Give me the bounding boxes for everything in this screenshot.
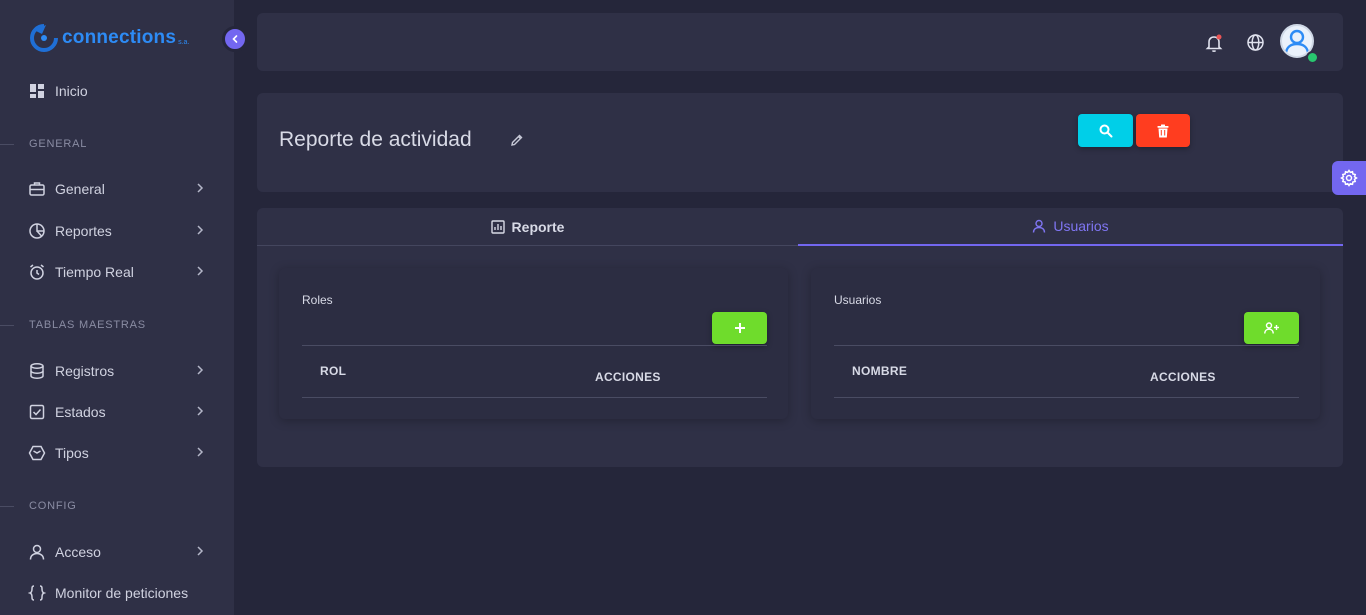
column-header-nombre: NOMBRE <box>852 364 908 378</box>
sidebar-item-label: Tipos <box>55 445 89 461</box>
user-icon <box>28 543 46 561</box>
sidebar-item-registros[interactable]: Registros <box>28 359 213 383</box>
chevron-right-icon <box>197 447 204 457</box>
section-general: GENERAL <box>0 138 234 150</box>
sidebar-item-label: Inicio <box>55 83 88 99</box>
panel-title: Usuarios <box>834 293 882 307</box>
sidebar-item-label: Tiempo Real <box>55 264 134 280</box>
page-header-card: Reporte de actividad <box>257 93 1343 192</box>
chevron-right-icon <box>197 406 204 416</box>
logo-suffix: s.a. <box>178 38 190 46</box>
sidebar-item-label: Acceso <box>55 544 101 560</box>
main-card: Reporte Usuarios Roles ROL ACCIONES Usua… <box>257 208 1343 467</box>
divider <box>834 345 1299 346</box>
chevron-right-icon <box>197 225 204 235</box>
sidebar-item-label: Estados <box>55 404 106 420</box>
page-title: Reporte de actividad <box>279 128 472 151</box>
logo-icon <box>30 24 58 52</box>
roles-panel: Roles ROL ACCIONES <box>279 268 788 419</box>
sidebar-item-label: Monitor de peticiones <box>55 585 189 601</box>
tab-label: Usuarios <box>1053 218 1109 234</box>
chevron-right-icon <box>197 266 204 276</box>
sidebar-collapse-button[interactable] <box>222 26 248 52</box>
section-config: CONFIG <box>0 500 234 512</box>
settings-button[interactable] <box>1332 161 1366 195</box>
edit-icon[interactable] <box>510 133 524 147</box>
sidebar-item-acceso[interactable]: Acceso <box>28 540 213 564</box>
hexagon-icon <box>28 444 46 462</box>
tab-bar: Reporte Usuarios <box>257 208 1343 246</box>
sidebar: connections s.a. Inicio GENERAL General … <box>0 0 248 615</box>
column-header-acciones: ACCIONES <box>595 370 661 384</box>
chevron-left-icon <box>232 35 238 43</box>
divider <box>302 397 767 398</box>
search-button[interactable] <box>1078 114 1133 147</box>
alarm-clock-icon <box>28 263 46 281</box>
divider <box>302 345 767 346</box>
sidebar-item-tipos[interactable]: Tipos <box>28 441 213 465</box>
pie-chart-icon <box>28 222 46 240</box>
sidebar-item-label: Reportes <box>55 223 112 239</box>
bar-chart-icon <box>490 220 505 234</box>
column-header-acciones: ACCIONES <box>1150 370 1216 384</box>
online-status-dot <box>1306 51 1319 64</box>
sidebar-item-general[interactable]: General <box>28 177 213 201</box>
app-logo[interactable]: connections s.a. <box>28 22 189 54</box>
sidebar-item-label: General <box>55 181 105 197</box>
tab-reporte[interactable]: Reporte <box>257 208 798 246</box>
divider <box>834 397 1299 398</box>
plus-icon <box>734 323 745 333</box>
chevron-right-icon <box>197 546 204 556</box>
sidebar-item-inicio[interactable]: Inicio <box>28 79 213 103</box>
sidebar-item-tiempo-real[interactable]: Tiempo Real <box>28 260 213 284</box>
gear-icon <box>1340 169 1358 187</box>
logo-text: connections <box>62 27 177 48</box>
delete-button[interactable] <box>1136 114 1190 147</box>
add-user-button[interactable] <box>1244 312 1299 344</box>
sidebar-item-monitor-peticiones[interactable]: Monitor de peticiones <box>28 581 213 605</box>
usuarios-panel: Usuarios NOMBRE ACCIONES <box>811 268 1320 419</box>
braces-icon <box>28 584 46 602</box>
check-square-icon <box>28 403 46 421</box>
tab-usuarios[interactable]: Usuarios <box>798 208 1343 246</box>
globe-icon[interactable] <box>1246 33 1265 52</box>
panel-title: Roles <box>302 293 333 307</box>
database-icon <box>28 362 46 380</box>
topbar <box>257 13 1343 71</box>
chevron-right-icon <box>197 183 204 193</box>
sidebar-item-reportes[interactable]: Reportes <box>28 219 213 243</box>
bell-icon[interactable] <box>1205 33 1223 53</box>
trash-icon <box>1157 124 1169 137</box>
column-header-rol: ROL <box>320 364 347 378</box>
add-role-button[interactable] <box>712 312 767 344</box>
section-tablas-maestras: TABLAS MAESTRAS <box>0 319 234 331</box>
briefcase-icon <box>28 180 46 198</box>
chevron-right-icon <box>197 365 204 375</box>
dashboard-icon <box>28 82 46 100</box>
tab-label: Reporte <box>511 219 565 235</box>
sidebar-item-label: Registros <box>55 363 115 379</box>
user-icon <box>1032 219 1046 233</box>
search-icon <box>1099 124 1112 137</box>
sidebar-item-estados[interactable]: Estados <box>28 400 213 424</box>
user-plus-icon <box>1263 322 1279 334</box>
